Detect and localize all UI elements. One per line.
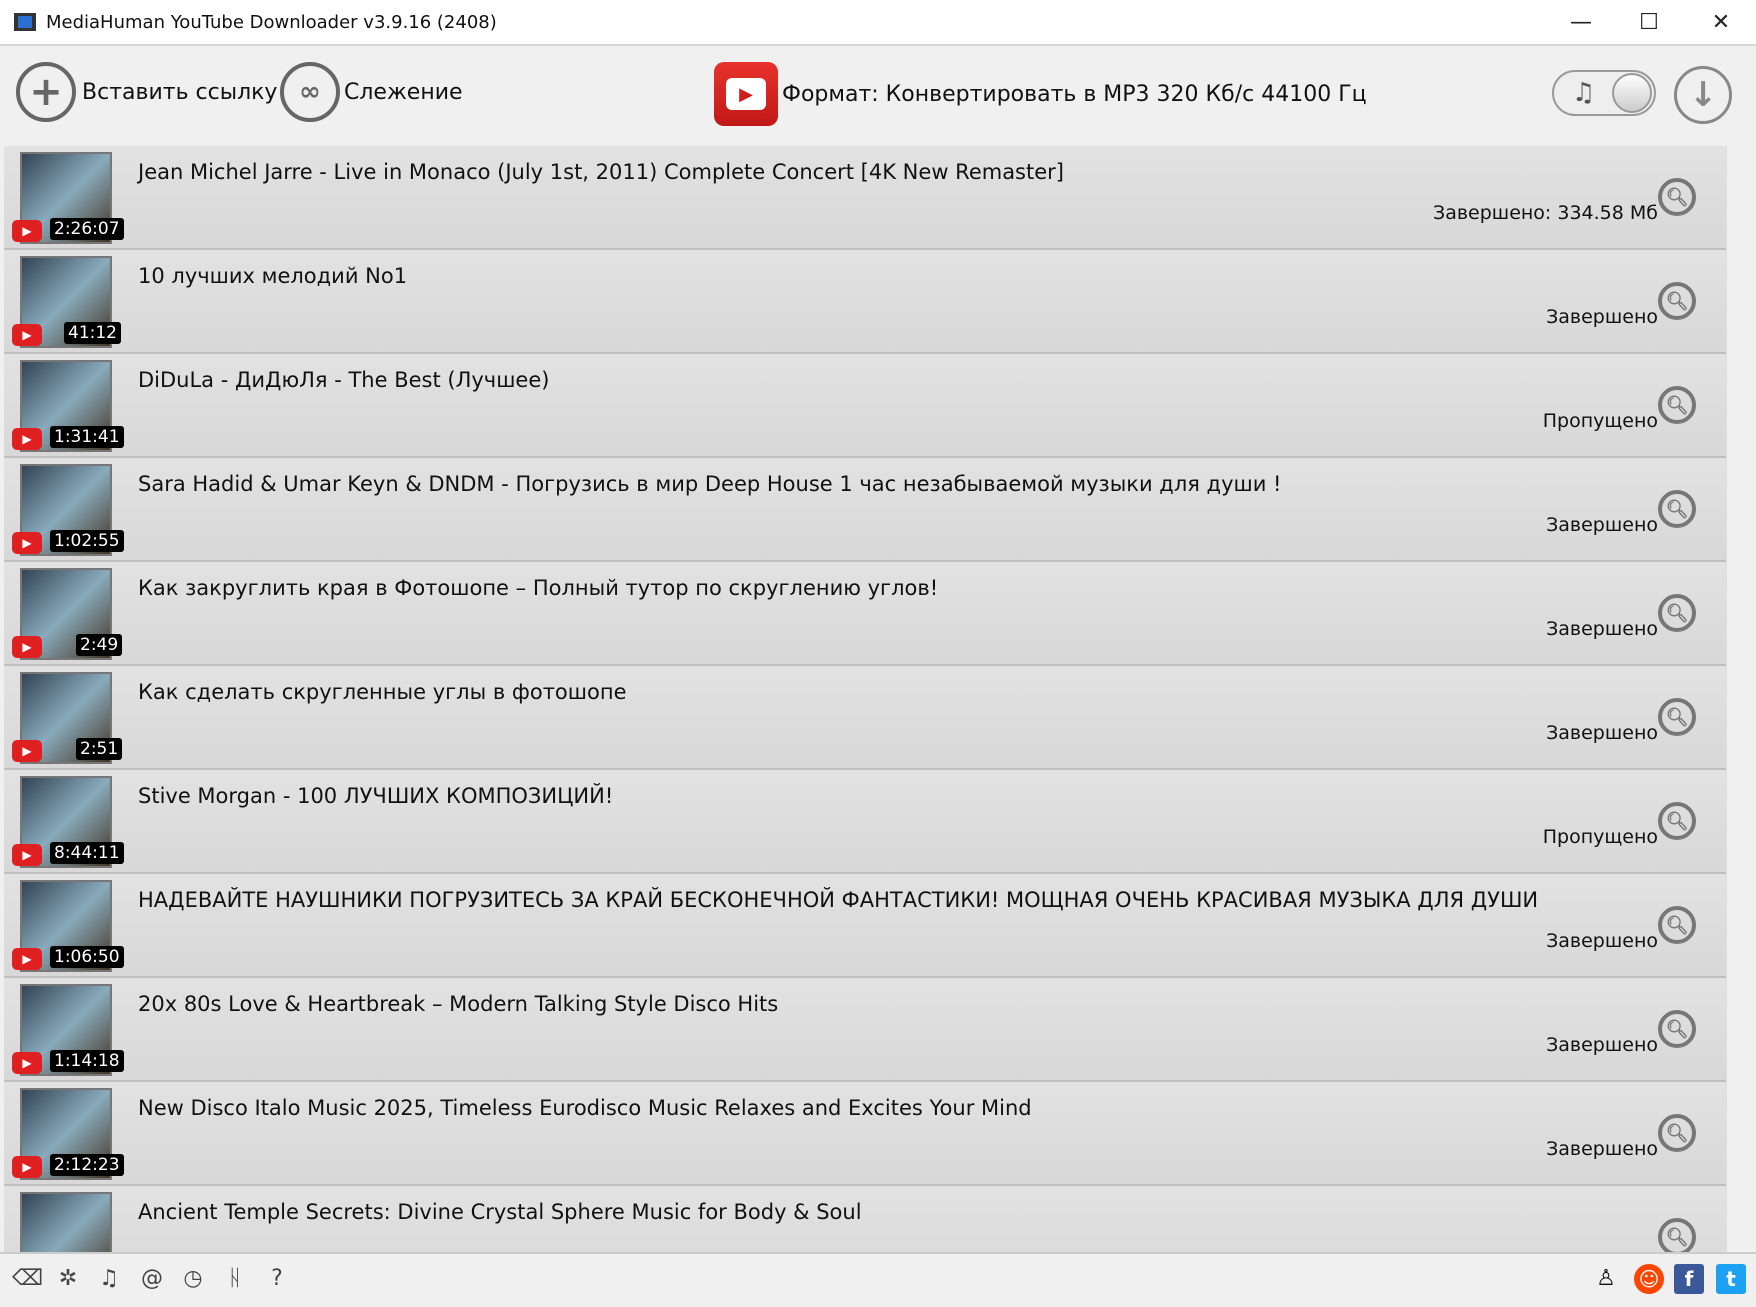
app-icon <box>14 13 36 31</box>
list-item[interactable]: ▶ 1:31:41 DiDuLa - ДиДюЛя - The Best (Лу… <box>4 354 1726 458</box>
tracking-label: Слежение <box>344 79 463 105</box>
item-status: Пропущено <box>1542 410 1658 432</box>
duration-badge: 1:06:50 <box>50 946 124 968</box>
plus-icon: + <box>16 62 76 122</box>
list-item[interactable]: ▶ 8:44:11 Stive Morgan - 100 ЛУЧШИХ КОМП… <box>4 770 1726 874</box>
help-icon[interactable]: ? <box>263 1266 291 1291</box>
list-item[interactable]: ▶ 2:49 Как закруглить края в Фотошопе – … <box>4 562 1726 666</box>
list-item[interactable]: ▶ 2:26:07 Jean Michel Jarre - Live in Mo… <box>4 146 1726 250</box>
minimize-button[interactable]: — <box>1546 0 1616 44</box>
item-status: Завершено: 334.58 Мб <box>1433 202 1658 224</box>
clock-icon[interactable]: ◷ <box>179 1266 207 1291</box>
window-title: MediaHuman YouTube Downloader v3.9.16 (2… <box>46 11 497 33</box>
youtube-badge-icon: ▶ <box>12 1052 42 1074</box>
show-in-folder-icon[interactable]: 🔍︎ <box>1658 1218 1696 1252</box>
youtube-badge-icon: ▶ <box>12 948 42 970</box>
duration-badge: 1:14:18 <box>50 1050 124 1072</box>
thumbnail <box>20 1192 112 1252</box>
list-item[interactable]: ▶ 1:02:55 Sara Hadid & Umar Keyn & DNDM … <box>4 458 1726 562</box>
facebook-icon[interactable]: f <box>1674 1264 1704 1294</box>
item-status: Завершено <box>1546 722 1658 744</box>
item-title: New Disco Italo Music 2025, Timeless Eur… <box>138 1096 1032 1120</box>
show-in-folder-icon[interactable]: 🔍︎ <box>1658 386 1696 424</box>
youtube-badge-icon: ▶ <box>12 636 42 658</box>
item-title: Ancient Temple Secrets: Divine Crystal S… <box>138 1200 862 1224</box>
youtube-badge-icon: ▶ <box>12 740 42 762</box>
item-status: Завершено <box>1546 306 1658 328</box>
item-title: Stive Morgan - 100 ЛУЧШИХ КОМПОЗИЦИЙ! <box>138 784 614 808</box>
snail-icon[interactable]: @ <box>138 1266 166 1291</box>
duration-badge: 41:12 <box>64 322 121 344</box>
item-status: Завершено <box>1546 1034 1658 1056</box>
duration-badge: 2:49 <box>76 634 123 656</box>
duration-badge: 1:02:55 <box>50 530 124 552</box>
duration-badge: 8:44:11 <box>50 842 124 864</box>
status-bar: ⌫ ✲ ♫ @ ◷ ᚺ ? ♙ ☺ f t <box>0 1252 1756 1307</box>
gear-icon[interactable]: ✲ <box>54 1266 82 1291</box>
title-bar: MediaHuman YouTube Downloader v3.9.16 (2… <box>0 0 1756 46</box>
format-button[interactable]: ▶ Формат: Конвертировать в MP3 320 Кб/с … <box>714 62 1367 126</box>
item-title: DiDuLa - ДиДюЛя - The Best (Лучшее) <box>138 368 550 392</box>
duration-badge: 2:51 <box>76 738 123 760</box>
youtube-badge-icon: ▶ <box>12 220 42 242</box>
show-in-folder-icon[interactable]: 🔍︎ <box>1658 282 1696 320</box>
item-title: 10 лучших мелодий No1 <box>138 264 408 288</box>
item-title: 20x 80s Love & Heartbreak – Modern Talki… <box>138 992 779 1016</box>
youtube-badge-icon: ▶ <box>12 844 42 866</box>
binoculars-icon: ∞ <box>280 62 340 122</box>
show-in-folder-icon[interactable]: 🔍︎ <box>1658 594 1696 632</box>
audio-only-toggle[interactable]: ♫ <box>1552 70 1656 116</box>
reddit-icon[interactable]: ☺ <box>1634 1264 1664 1294</box>
youtube-badge-icon: ▶ <box>12 532 42 554</box>
duration-badge: 2:12:23 <box>50 1154 124 1176</box>
duration-badge: 2:26:07 <box>50 218 124 240</box>
list-item[interactable]: ▶ 1:14:18 20x 80s Love & Heartbreak – Mo… <box>4 978 1726 1082</box>
toggle-knob <box>1612 73 1652 113</box>
list-item[interactable]: ▶ 2:51 Как сделать скругленные углы в фо… <box>4 666 1726 770</box>
maximize-button[interactable]: ☐ <box>1614 0 1684 44</box>
paste-link-label: Вставить ссылку <box>82 79 278 105</box>
show-in-folder-icon[interactable]: 🔍︎ <box>1658 490 1696 528</box>
show-in-folder-icon[interactable]: 🔍︎ <box>1658 802 1696 840</box>
tracking-button[interactable]: ∞ Слежение <box>280 62 463 122</box>
list-item[interactable]: ▶ 1:06:50 НАДЕВАЙТЕ НАУШНИКИ ПОГРУЗИТЕСЬ… <box>4 874 1726 978</box>
item-title: Как сделать скругленные углы в фотошопе <box>138 680 627 704</box>
toolbar: + Вставить ссылку ∞ Слежение ▶ Формат: К… <box>0 46 1756 144</box>
show-in-folder-icon[interactable]: 🔍︎ <box>1658 1010 1696 1048</box>
download-arrow-icon: ↓ <box>1688 75 1718 115</box>
close-button[interactable]: ✕ <box>1686 0 1756 44</box>
youtube-badge-icon: ▶ <box>12 1156 42 1178</box>
youtube-icon: ▶ <box>714 62 778 126</box>
item-title: Как закруглить края в Фотошопе – Полный … <box>138 576 939 600</box>
music-note-icon[interactable]: ♫ <box>95 1266 123 1291</box>
binoculars-icon[interactable]: ᚺ <box>221 1266 249 1291</box>
list-item[interactable]: Ancient Temple Secrets: Divine Crystal S… <box>4 1186 1726 1252</box>
show-in-folder-icon[interactable]: 🔍︎ <box>1658 1114 1696 1152</box>
list-item[interactable]: ▶ 2:12:23 New Disco Italo Music 2025, Ti… <box>4 1082 1726 1186</box>
agent-icon[interactable]: ♙ <box>1592 1266 1620 1291</box>
youtube-badge-icon: ▶ <box>12 324 42 346</box>
item-status: Завершено <box>1546 514 1658 536</box>
format-label: Формат: Конвертировать в MP3 320 Кб/с 44… <box>782 81 1367 107</box>
item-title: Sara Hadid & Umar Keyn & DNDM - Погрузис… <box>138 472 1282 496</box>
duration-badge: 1:31:41 <box>50 426 124 448</box>
music-note-icon: ♫ <box>1572 78 1596 108</box>
show-in-folder-icon[interactable]: 🔍︎ <box>1658 698 1696 736</box>
item-title: Jean Michel Jarre - Live in Monaco (July… <box>138 160 1064 184</box>
item-status: Завершено <box>1546 1138 1658 1160</box>
download-all-button[interactable]: ↓ <box>1674 66 1732 124</box>
show-in-folder-icon[interactable]: 🔍︎ <box>1658 906 1696 944</box>
twitter-icon[interactable]: t <box>1716 1264 1746 1294</box>
scrollbar[interactable] <box>1726 146 1754 1252</box>
item-status: Завершено <box>1546 930 1658 952</box>
list-item[interactable]: ▶ 41:12 10 лучших мелодий No1 Завершено … <box>4 250 1726 354</box>
broom-icon[interactable]: ⌫ <box>12 1266 43 1291</box>
item-title: НАДЕВАЙТЕ НАУШНИКИ ПОГРУЗИТЕСЬ ЗА КРАЙ Б… <box>138 888 1539 912</box>
item-status: Пропущено <box>1542 826 1658 848</box>
item-status: Завершено <box>1546 618 1658 640</box>
show-in-folder-icon[interactable]: 🔍︎ <box>1658 178 1696 216</box>
paste-link-button[interactable]: + Вставить ссылку <box>16 62 277 122</box>
download-list: ▶ 2:26:07 Jean Michel Jarre - Live in Mo… <box>4 146 1726 1252</box>
youtube-badge-icon: ▶ <box>12 428 42 450</box>
